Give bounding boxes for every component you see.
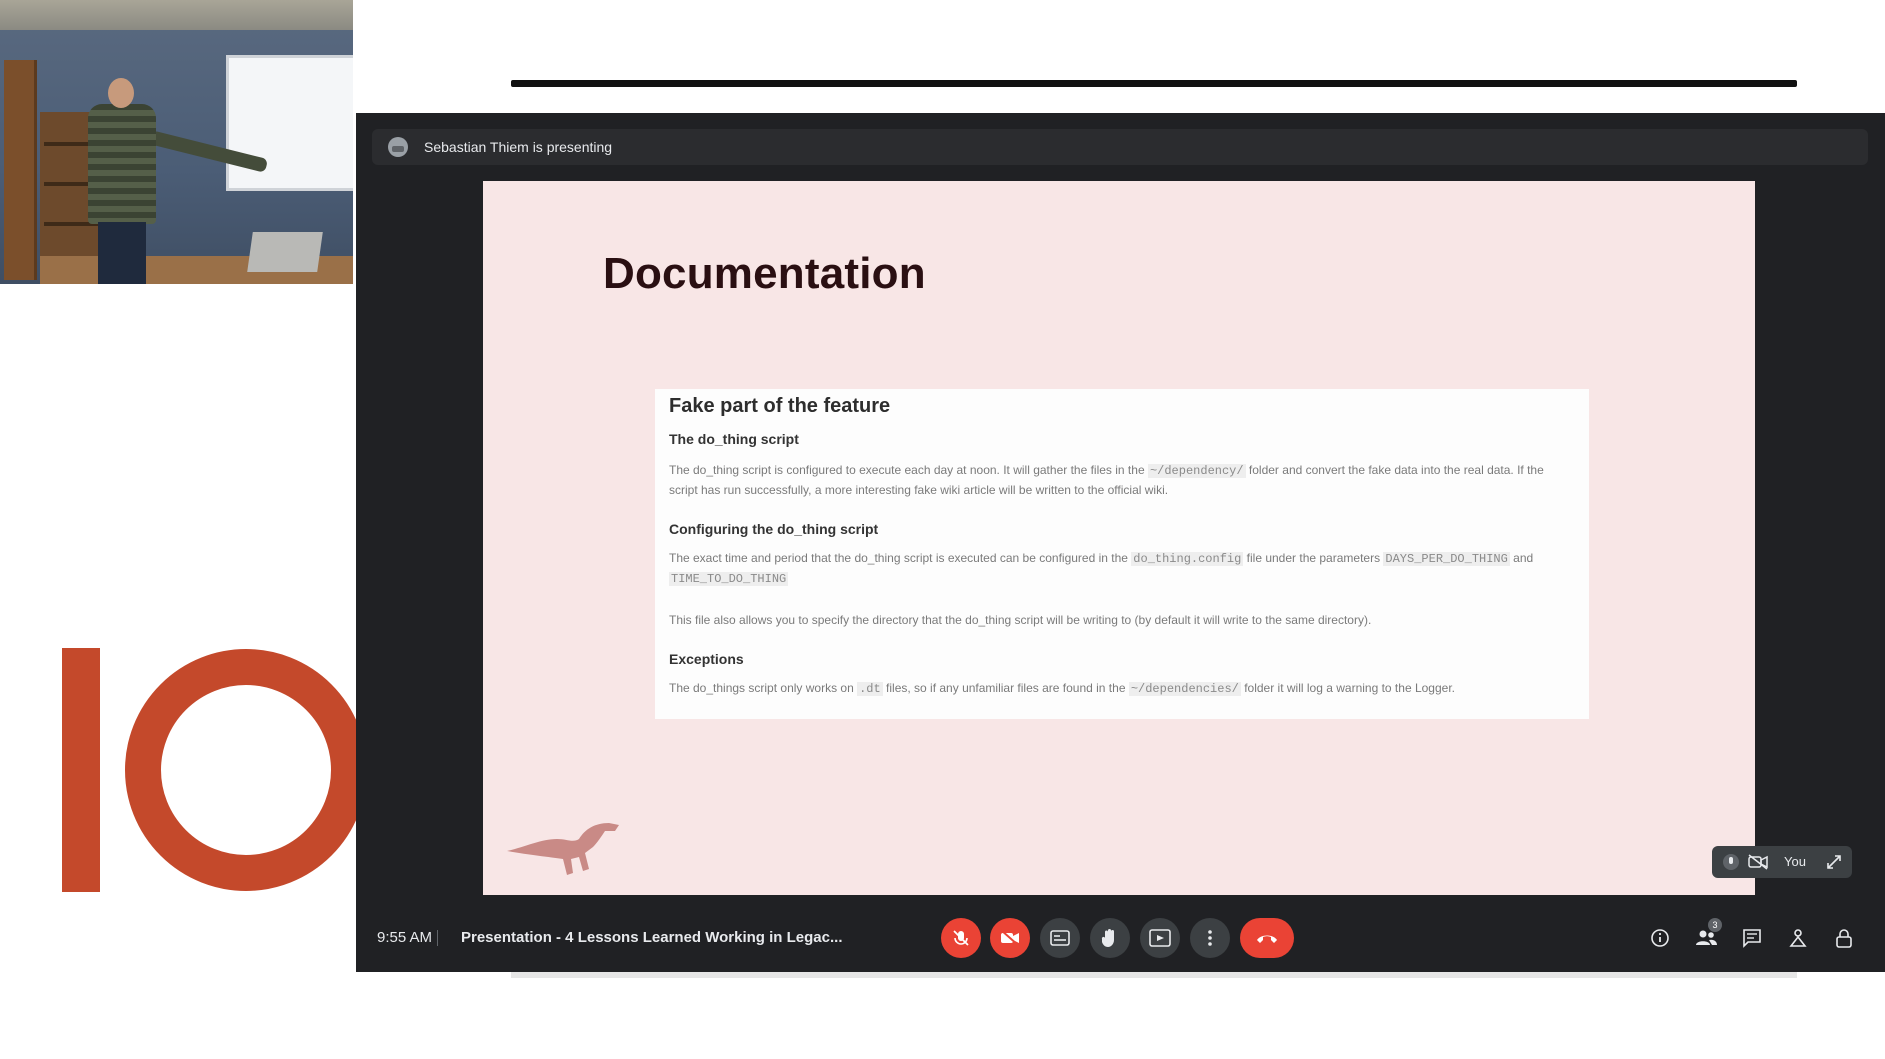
control-separator [437,930,438,946]
info-icon [1651,929,1669,947]
camera-toggle-button[interactable] [990,918,1030,958]
camera-person-legs [98,222,146,284]
raise-hand-button[interactable] [1090,918,1130,958]
section-title-do-thing: The do_thing script [669,431,799,447]
lock-person-icon [1836,929,1852,948]
text-fragment: and [1509,551,1534,565]
chat-button[interactable] [1738,924,1766,952]
text-fragment: The do_things script only works on [669,681,858,695]
meeting-clock: 9:55 AM [377,929,433,946]
captions-icon [1050,930,1070,946]
dinosaur-icon [507,823,619,875]
captions-button[interactable] [1040,918,1080,958]
camera-ceiling [0,0,353,30]
camera-muted-icon [1748,854,1768,870]
presenter-banner: Sebastian Thiem is presenting [372,129,1868,165]
expand-icon[interactable] [1826,854,1842,870]
text-fragment: The exact time and period that the do_th… [669,551,1132,565]
code-snippet: TIME_TO_DO_THING [669,572,789,586]
participants-count-badge: 3 [1708,918,1722,932]
meeting-window: Sebastian Thiem is presenting Documentat… [356,113,1885,972]
camera-off-icon [1000,929,1020,947]
code-snippet: ~/dependencies/ [1128,682,1241,696]
camera-person-head [108,78,134,108]
code-snippet: do_thing.config [1131,552,1244,566]
mic-toggle-button[interactable] [941,918,981,958]
section-text-exceptions: The do_things script only works on .dt f… [669,679,1575,699]
shared-slide: Documentation Fake part of the feature T… [483,181,1755,895]
documentation-card: Fake part of the feature The do_thing sc… [655,389,1589,719]
text-fragment: file under the parameters [1243,551,1384,565]
code-snippet: DAYS_PER_DO_THING [1383,552,1510,566]
presenter-text: Sebastian Thiem is presenting [424,139,613,155]
text-fragment: files, so if any unfamiliar files are fo… [882,681,1129,695]
code-snippet: ~/dependency/ [1147,464,1246,478]
more-options-button[interactable] [1190,918,1230,958]
section-text-directory: This file also allows you to specify the… [669,613,1372,627]
self-view-tile[interactable]: You [1712,846,1852,878]
raise-hand-icon [1101,929,1114,947]
camera-person-body [88,104,156,224]
presenter-avatar [388,137,408,157]
slide-title: Documentation [603,249,926,298]
mic-muted-icon [1723,854,1739,870]
iq-logo-icon [62,648,360,892]
self-view-label: You [1784,854,1806,869]
top-divider [511,80,1797,87]
card-heading: Fake part of the feature [669,395,891,417]
present-screen-button[interactable] [1140,918,1180,958]
host-controls-button[interactable] [1830,924,1858,952]
section-text-configuring: The exact time and period that the do_th… [669,549,1575,589]
meeting-title: Presentation - 4 Lessons Learned Working… [461,929,843,946]
more-options-icon [1208,930,1212,946]
hang-up-icon [1257,935,1277,943]
activities-button[interactable] [1784,924,1812,952]
camera-feed [0,0,353,284]
text-fragment: The do_thing script is configured to exe… [669,463,1148,477]
activities-icon [1789,929,1807,947]
meeting-control-bar: 9:55 AM Presentation - 4 Lessons Learned… [356,904,1885,972]
camera-door [4,60,37,280]
bottom-divider [511,972,1797,978]
section-title-configuring: Configuring the do_thing script [669,521,879,537]
hang-up-button[interactable] [1240,918,1294,958]
code-snippet: .dt [857,682,883,696]
present-screen-icon [1149,929,1171,947]
text-fragment: folder it will log a warning to the Logg… [1240,681,1455,695]
chat-icon [1743,929,1761,948]
section-text-do-thing: The do_thing script is configured to exe… [669,461,1575,500]
camera-laptop [247,232,323,272]
camera-whiteboard [226,55,353,191]
participants-button[interactable]: 3 [1692,918,1722,952]
mic-off-icon [953,930,969,946]
section-title-exceptions: Exceptions [669,651,744,667]
meeting-info-button[interactable] [1646,924,1674,952]
